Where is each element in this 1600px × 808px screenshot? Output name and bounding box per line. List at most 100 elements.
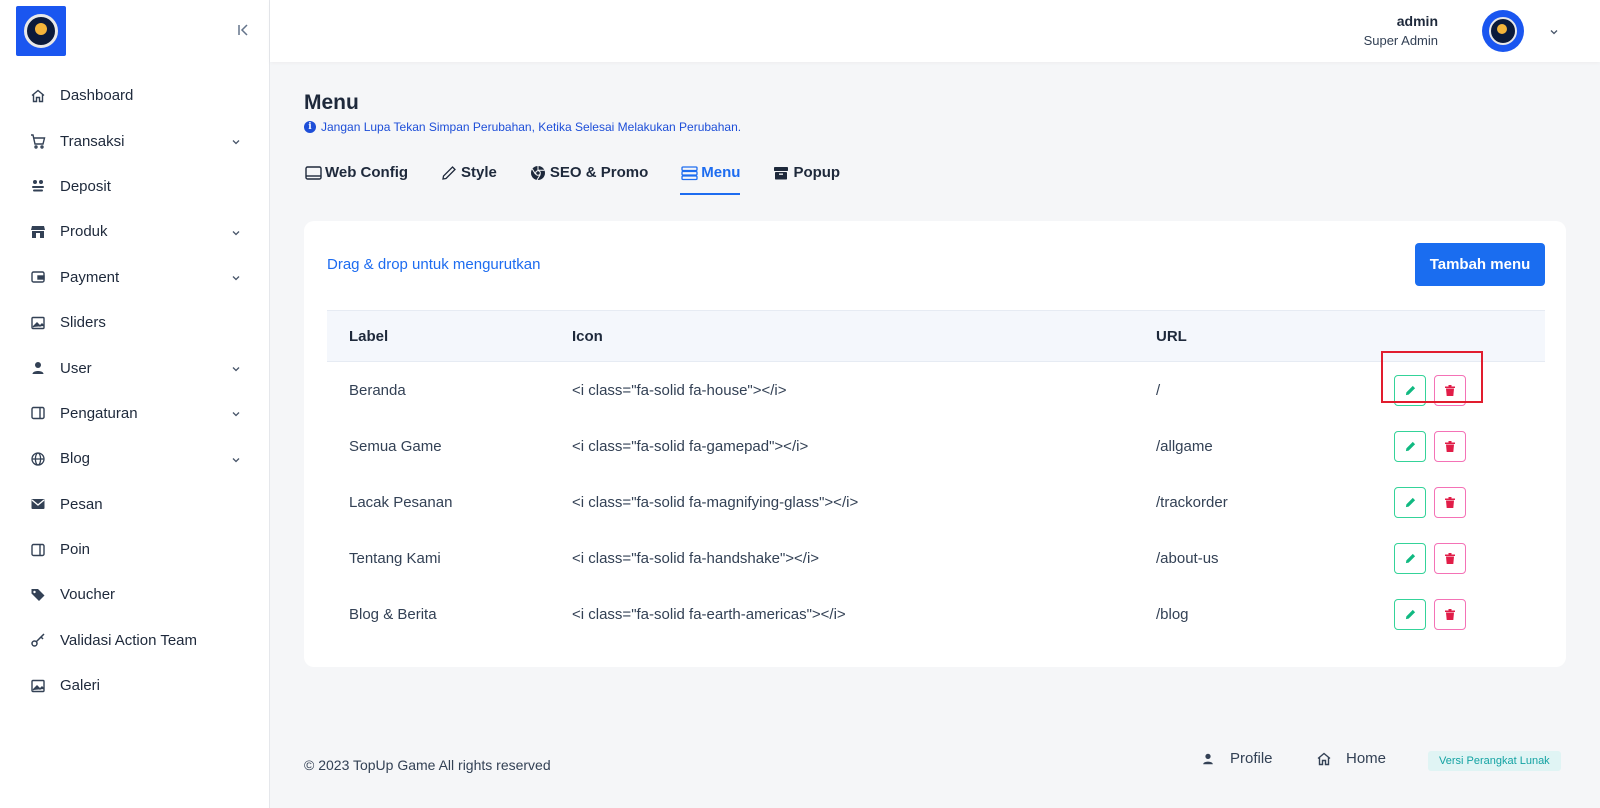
edit-button[interactable] — [1394, 374, 1426, 406]
globe-icon — [30, 451, 46, 467]
sidebar-item-user[interactable]: User — [0, 345, 270, 390]
table-row[interactable]: Beranda <i class="fa-solid fa-house"></i… — [327, 350, 1545, 418]
sidebar: Dashboard Transaksi Deposit Produk Payme… — [0, 0, 270, 808]
menu-list-icon — [680, 164, 698, 182]
tags-icon — [30, 587, 46, 603]
sidebar-item-produk[interactable]: Produk — [0, 209, 270, 254]
delete-button[interactable] — [1434, 486, 1466, 518]
chevron-down-icon — [230, 407, 242, 419]
collapse-sidebar-icon[interactable] — [236, 22, 252, 38]
chevron-down-icon — [230, 362, 242, 374]
column-header-icon: Icon — [572, 327, 603, 345]
sidebar-item-label: Pengaturan — [60, 404, 138, 422]
edit-button[interactable] — [1394, 542, 1426, 574]
sidebar-item-poin[interactable]: Poin — [0, 527, 270, 572]
avatar[interactable] — [1482, 10, 1524, 52]
image-icon — [30, 315, 46, 331]
config-icon — [304, 164, 322, 182]
column-header-url: URL — [1156, 327, 1187, 345]
pencil-icon — [1405, 385, 1415, 395]
user-icon — [30, 360, 46, 376]
tab-label: Style — [461, 164, 497, 181]
footer-home-link[interactable]: Home — [1316, 750, 1386, 767]
delete-button[interactable] — [1434, 430, 1466, 462]
sidebar-item-pengaturan[interactable]: Pengaturan — [0, 391, 270, 436]
trash-icon — [1445, 440, 1455, 452]
chevron-down-icon — [230, 135, 242, 147]
sidebar-item-galeri[interactable]: Galeri — [0, 663, 270, 708]
row-label: Lacak Pesanan — [349, 493, 453, 511]
save-notice: i Jangan Lupa Tekan Simpan Perubahan, Ke… — [304, 120, 741, 134]
sidebar-item-dashboard[interactable]: Dashboard — [0, 73, 270, 118]
row-label: Beranda — [349, 381, 406, 399]
tab-style[interactable]: Style — [440, 160, 497, 195]
tab-label: Menu — [701, 164, 741, 181]
sidebar-item-label: Sliders — [60, 314, 106, 332]
sidebar-item-deposit[interactable]: Deposit — [0, 164, 270, 209]
panel-icon — [30, 542, 46, 558]
page-title: Menu — [304, 91, 359, 114]
trash-icon — [1445, 496, 1455, 508]
tab-menu[interactable]: Menu — [680, 160, 741, 195]
row-url: /about-us — [1156, 549, 1219, 567]
user-icon — [1200, 751, 1216, 767]
tab-web-config[interactable]: Web Config — [304, 160, 408, 195]
panel-icon — [30, 405, 46, 421]
sidebar-item-label: Blog — [60, 450, 91, 468]
sidebar-item-blog[interactable]: Blog — [0, 436, 270, 481]
menu-table: Label Icon URL Beranda <i class="fa-soli… — [327, 310, 1545, 642]
sidebar-item-label: Pesan — [60, 495, 103, 513]
table-header: Label Icon URL — [327, 310, 1545, 362]
row-actions — [1381, 350, 1545, 406]
row-actions — [1394, 486, 1545, 518]
row-label: Tentang Kami — [349, 549, 441, 567]
table-row[interactable]: Semua Game <i class="fa-solid fa-gamepad… — [327, 418, 1545, 474]
edit-button[interactable] — [1394, 486, 1426, 518]
edit-button[interactable] — [1394, 430, 1426, 462]
delete-button[interactable] — [1434, 542, 1466, 574]
top-header — [270, 0, 1600, 62]
logo-emblem — [24, 14, 58, 48]
sidebar-item-pesan[interactable]: Pesan — [0, 482, 270, 527]
row-url: / — [1156, 381, 1161, 399]
row-url: /blog — [1156, 605, 1189, 623]
footer-profile-link[interactable]: Profile — [1200, 750, 1273, 767]
sidebar-item-sliders[interactable]: Sliders — [0, 300, 270, 345]
version-badge: Versi Perangkat Lunak — [1428, 751, 1561, 771]
trash-icon — [1445, 552, 1455, 564]
chevron-down-icon[interactable] — [1548, 25, 1560, 37]
sidebar-nav: Dashboard Transaksi Deposit Produk Payme… — [0, 73, 270, 708]
archive-icon — [772, 164, 790, 182]
sidebar-item-label: Poin — [60, 541, 91, 559]
home-icon — [30, 88, 46, 104]
user-role: Super Admin — [1363, 33, 1438, 48]
tab-seo-promo[interactable]: SEO & Promo — [529, 160, 648, 195]
row-actions — [1394, 430, 1545, 462]
row-icon-code: <i class="fa-solid fa-house"></i> — [572, 381, 787, 399]
tab-popup[interactable]: Popup — [772, 160, 840, 195]
image-icon — [30, 678, 46, 694]
sidebar-item-label: Dashboard — [60, 87, 134, 105]
delete-button[interactable] — [1434, 598, 1466, 630]
row-url: /allgame — [1156, 437, 1213, 455]
table-row[interactable]: Blog & Berita <i class="fa-solid fa-eart… — [327, 586, 1545, 642]
delete-button[interactable] — [1434, 374, 1466, 406]
pencil-icon — [1405, 441, 1415, 451]
user-name[interactable]: admin — [1397, 13, 1438, 29]
app-logo[interactable] — [16, 6, 66, 56]
table-row[interactable]: Tentang Kami <i class="fa-solid fa-hands… — [327, 530, 1545, 586]
sidebar-item-voucher[interactable]: Voucher — [0, 572, 270, 617]
wallet-icon — [30, 269, 46, 285]
table-row[interactable]: Lacak Pesanan <i class="fa-solid fa-magn… — [327, 474, 1545, 530]
sidebar-item-label: Validasi Action Team — [60, 631, 198, 649]
edit-button[interactable] — [1394, 598, 1426, 630]
settings-tabs: Web Config Style SEO & Promo Menu Popup — [304, 160, 872, 196]
chevron-down-icon — [230, 226, 242, 238]
sidebar-item-label: Deposit — [60, 177, 111, 195]
row-icon-code: <i class="fa-solid fa-magnifying-glass">… — [572, 493, 859, 511]
sidebar-item-validasi-action-team[interactable]: Validasi Action Team — [0, 618, 270, 663]
sidebar-item-transaksi[interactable]: Transaksi — [0, 118, 270, 163]
add-menu-button[interactable]: Tambah menu — [1415, 243, 1545, 286]
sidebar-item-label: Produk — [60, 223, 108, 241]
sidebar-item-payment[interactable]: Payment — [0, 255, 270, 300]
